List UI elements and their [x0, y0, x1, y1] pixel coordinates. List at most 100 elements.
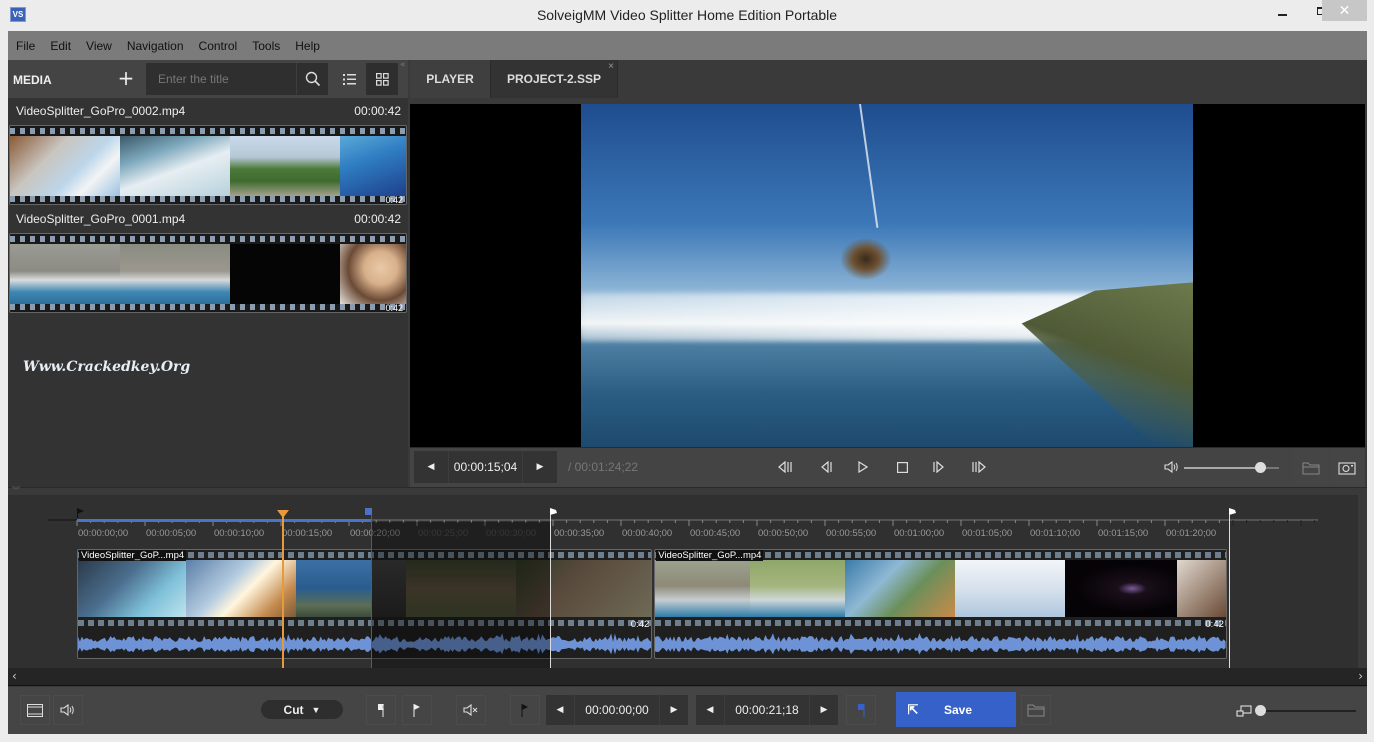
prev-frame-button[interactable]: ◀	[414, 451, 448, 483]
tab-label: PROJECT-2.SSP	[506, 72, 602, 86]
selection-range-bar[interactable]	[77, 519, 371, 522]
tab-player[interactable]: PLAYER	[410, 60, 491, 98]
media-header: MEDIA + «	[8, 60, 408, 98]
sprocket-row	[10, 304, 406, 310]
step-back-button[interactable]	[815, 456, 839, 478]
ruler-tick-label: 00:00:40;00	[622, 528, 673, 539]
stop-button[interactable]	[890, 456, 914, 478]
timeline-clip[interactable]: VideoSplitter_GoP...mp4 0:42	[654, 549, 1227, 659]
open-folder-button[interactable]	[1294, 449, 1328, 486]
menu-bar: File Edit View Navigation Control Tools …	[8, 31, 1367, 60]
end-time-increment[interactable]: ▶	[810, 695, 838, 725]
edit-mode-select[interactable]: Cut ▼	[261, 700, 343, 719]
scroll-left-icon[interactable]: ‹	[12, 669, 17, 683]
menu-tools[interactable]: Tools	[252, 39, 280, 53]
previous-keyframe-button[interactable]	[774, 456, 798, 478]
menu-help[interactable]: Help	[295, 39, 320, 53]
audio-track-button[interactable]	[53, 695, 83, 725]
output-folder-button[interactable]	[1021, 695, 1051, 725]
waveform-shape	[78, 633, 652, 655]
video-track-button[interactable]	[20, 695, 50, 725]
collapse-panel-icon[interactable]: «	[400, 60, 406, 70]
start-time-increment[interactable]: ▶	[660, 695, 688, 725]
tab-project[interactable]: PROJECT-2.SSP ×	[491, 60, 618, 98]
video-player[interactable]	[410, 104, 1365, 447]
next-frame-button[interactable]: ▶	[523, 451, 557, 483]
step-forward-button[interactable]	[925, 456, 949, 478]
end-time-control: ◀ 00:00:21;18 ▶	[696, 695, 838, 725]
search-input[interactable]	[146, 63, 296, 95]
timeline-horizontal-scrollbar[interactable]: ‹ ›	[8, 668, 1367, 686]
folder-icon	[1027, 704, 1045, 717]
menu-file[interactable]: File	[16, 39, 35, 53]
bottom-toolbar: Cut ▼ ◀ 00:00:00;00 ▶ ◀ 00:00:21;18 ▶ ⇱ …	[8, 687, 1367, 734]
set-start-marker-button[interactable]	[366, 695, 396, 725]
sprocket-row	[655, 620, 1226, 626]
watermark-text: Www.Crackedkey.Org	[23, 359, 191, 375]
sprocket-row	[78, 620, 652, 626]
start-flag-icon[interactable]	[77, 508, 84, 518]
save-button[interactable]: ⇱ Save	[896, 692, 1016, 727]
go-to-start-marker-button[interactable]	[510, 695, 540, 725]
total-time: / 00:01:24;22	[568, 460, 639, 474]
plus-icon: +	[117, 66, 135, 90]
play-button[interactable]	[851, 456, 875, 478]
volume-slider[interactable]	[1184, 462, 1279, 473]
audio-waveform	[655, 633, 1226, 655]
close-icon: ✕	[1338, 2, 1351, 19]
menu-edit[interactable]: Edit	[50, 39, 71, 53]
timeline-zoom-slider[interactable]	[1255, 705, 1356, 716]
ruler-tick-label: 00:00:50;00	[758, 528, 809, 539]
close-tab-icon[interactable]: ×	[608, 61, 614, 72]
playhead-handle-icon[interactable]	[276, 510, 289, 518]
timeline-splitter[interactable]: ︾	[8, 486, 1367, 495]
stop-icon	[896, 461, 908, 473]
ruler-tick-label: 00:00:35;00	[554, 528, 605, 539]
end-time-value[interactable]: 00:00:21;18	[724, 695, 810, 725]
add-media-button[interactable]: +	[111, 65, 141, 93]
left-arrow-icon: ◀	[427, 462, 435, 472]
thumbnail-duration: 0:42	[385, 195, 403, 205]
grid-view-button[interactable]	[366, 63, 398, 95]
snapshot-button[interactable]	[1330, 449, 1364, 486]
volume-button[interactable]	[1160, 456, 1184, 478]
menu-control[interactable]: Control	[199, 39, 238, 53]
timeline-ruler[interactable]	[8, 495, 1358, 555]
list-view-button[interactable]	[334, 63, 364, 95]
end-time-decrement[interactable]: ◀	[696, 695, 724, 725]
ruler-tick-label: 00:00:05;00	[146, 528, 197, 539]
search-box	[146, 63, 328, 95]
window-title: SolveigMM Video Splitter Home Edition Po…	[536, 7, 838, 23]
mute-button[interactable]	[456, 695, 486, 725]
film-icon	[27, 703, 43, 717]
end-flag-icon[interactable]	[1228, 508, 1236, 518]
scroll-right-icon[interactable]: ›	[1358, 669, 1363, 683]
zoom-knob[interactable]	[1255, 705, 1266, 716]
ruler-tick-label: 00:00:15;00	[282, 528, 333, 539]
clip-duration: 0:42	[1205, 619, 1224, 630]
timeline-clip[interactable]: VideoSplitter_GoP...mp4 0:42	[77, 549, 653, 659]
close-button[interactable]: ✕	[1322, 0, 1367, 21]
speaker-icon	[1164, 461, 1178, 473]
media-item[interactable]: VideoSplitter_GoPro_0002.mp4 00:00:42 0:…	[8, 100, 408, 205]
go-to-end-marker-button[interactable]	[846, 695, 876, 725]
next-keyframe-button[interactable]	[966, 456, 990, 478]
set-end-marker-button[interactable]	[402, 695, 432, 725]
marker-flag-icon[interactable]	[550, 508, 558, 518]
search-button[interactable]	[296, 63, 328, 95]
start-time-value[interactable]: 00:00:00;00	[574, 695, 660, 725]
start-time-decrement[interactable]: ◀	[546, 695, 574, 725]
menu-view[interactable]: View	[86, 39, 112, 53]
ruler-tick-label: 00:01:20;00	[1166, 528, 1217, 539]
playhead[interactable]	[281, 515, 284, 668]
ruler-tick-label: 00:01:10;00	[1030, 528, 1081, 539]
media-item[interactable]: VideoSplitter_GoPro_0001.mp4 00:00:42 0:…	[8, 208, 408, 313]
play-icon	[858, 461, 868, 473]
timeline[interactable]: 00:00:00;00 00:00:05;00 00:00:10;00 00:00:1…	[8, 495, 1358, 668]
clip-duration: 0:42	[630, 619, 650, 630]
current-time-value[interactable]: 00:00:15;04	[448, 451, 523, 483]
app-window: File Edit View Navigation Control Tools …	[8, 31, 1367, 734]
menu-navigation[interactable]: Navigation	[127, 39, 184, 53]
minimize-button[interactable]	[1260, 0, 1304, 21]
volume-knob[interactable]	[1255, 462, 1266, 473]
